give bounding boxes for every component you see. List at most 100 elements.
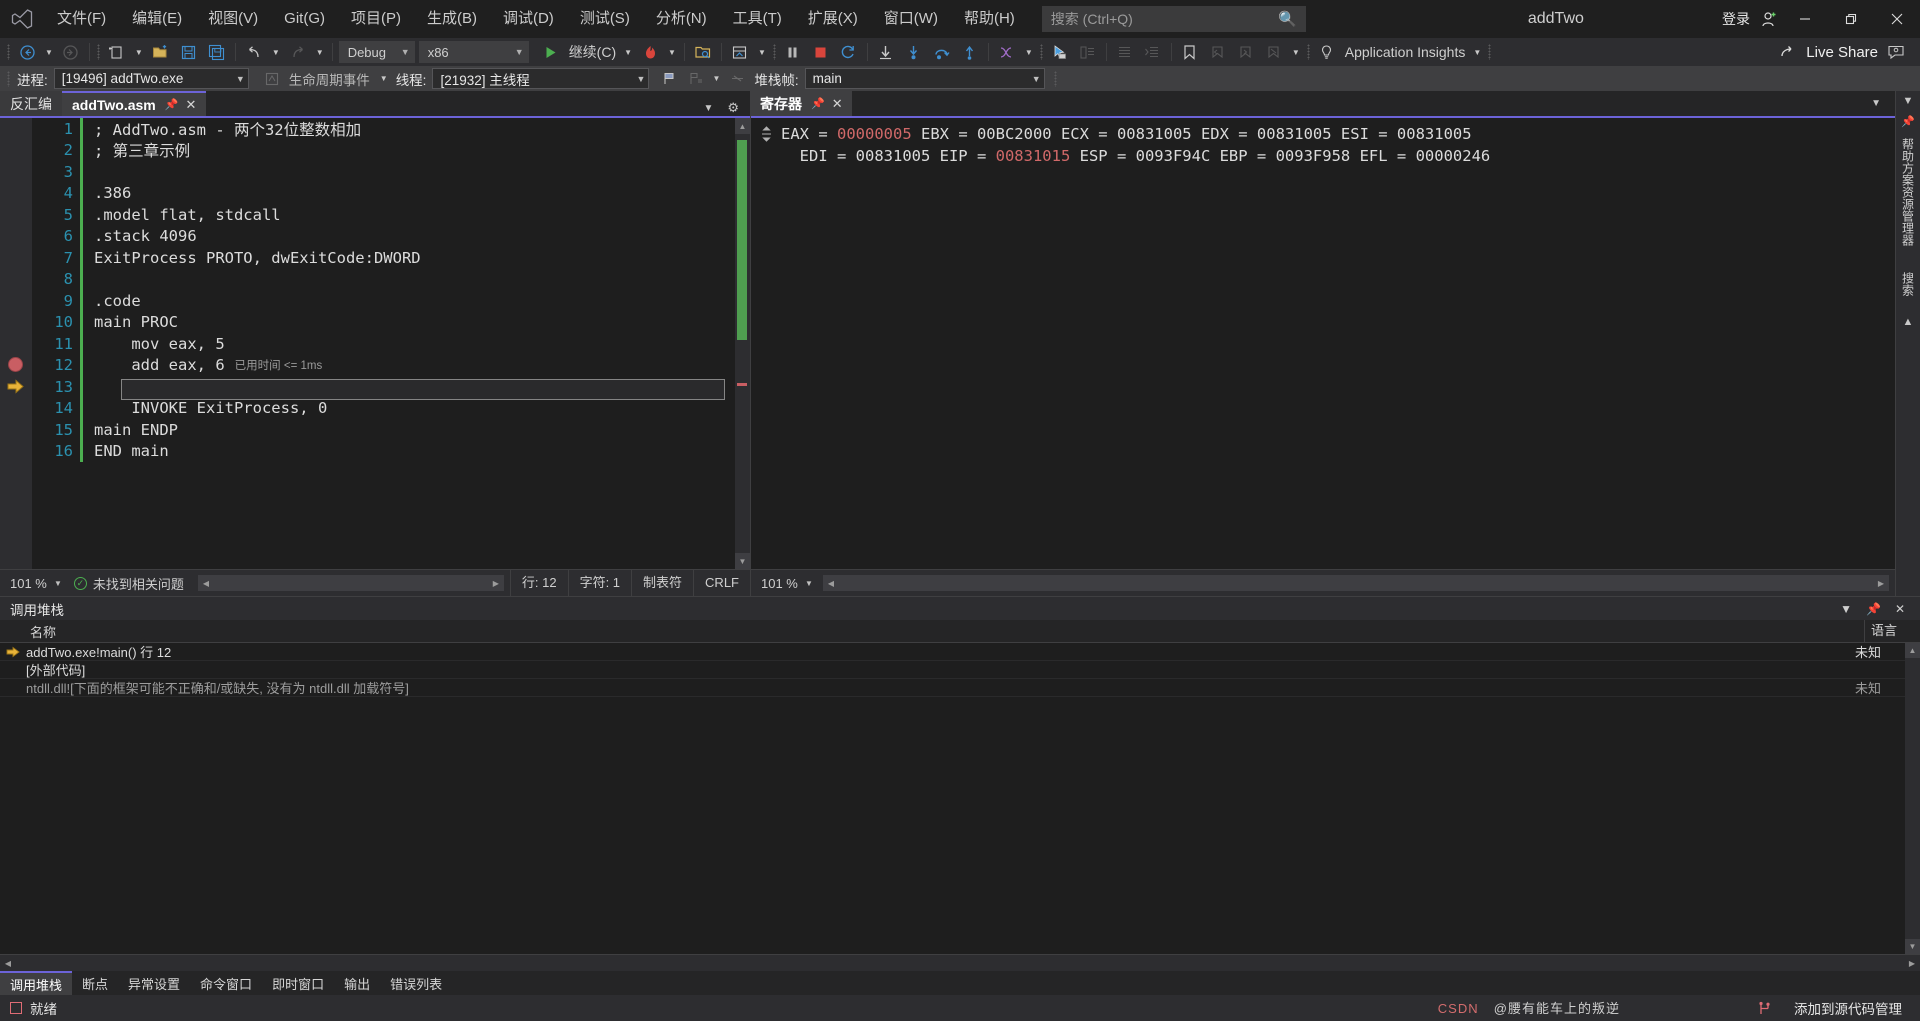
scroll-down-icon[interactable]: ▼ <box>735 553 750 569</box>
minimize-button[interactable] <box>1782 0 1828 38</box>
vertical-tab-search[interactable]: 搜索 <box>1900 266 1917 302</box>
menu-build[interactable]: 生成(B) <box>414 0 490 38</box>
restore-button[interactable] <box>1828 0 1874 38</box>
code-line[interactable]: 1 ; AddTwo.asm - 两个32位整数相加 <box>32 118 735 140</box>
search-input[interactable]: 搜索 (Ctrl+Q) 🔍 <box>1041 6 1306 32</box>
breakpoint-icon[interactable] <box>8 357 23 372</box>
process-combo[interactable]: [19496] addTwo.exe ▼ <box>53 68 249 89</box>
menu-debug[interactable]: 调试(D) <box>490 0 567 38</box>
menu-test[interactable]: 测试(S) <box>567 0 643 38</box>
restart-icon[interactable] <box>835 40 863 64</box>
close-icon[interactable]: ✕ <box>178 97 196 113</box>
undo-dropdown-icon[interactable]: ▼ <box>268 48 284 57</box>
code-line[interactable]: 7 ExitProcess PROTO, dwExitCode:DWORD <box>32 247 735 269</box>
solution-platform-combo[interactable]: x86 ▼ <box>418 41 529 63</box>
toolbar-grip[interactable] <box>1304 42 1313 62</box>
toolbar-grip[interactable] <box>94 42 103 62</box>
toolbar-grip[interactable] <box>4 42 13 62</box>
tab-disassembly[interactable]: 反汇编 <box>0 91 62 116</box>
add-user-icon[interactable] <box>1756 0 1782 38</box>
editor-horizontal-scrollbar[interactable]: ◀ ▶ <box>197 575 504 591</box>
live-share-button[interactable]: Live Share <box>1802 44 1882 61</box>
scroll-left-icon[interactable]: ◀ <box>198 575 214 591</box>
menu-extensions[interactable]: 扩展(X) <box>795 0 871 38</box>
dock-tab-exception-settings[interactable]: 异常设置 <box>118 971 190 995</box>
application-insights-dropdown-icon[interactable]: ▼ <box>1469 48 1485 57</box>
continue-dropdown-icon[interactable]: ▼ <box>620 48 636 57</box>
chevron-up-icon[interactable]: ▲ <box>1903 312 1914 332</box>
tab-registers[interactable]: 寄存器 📌 ✕ <box>751 91 852 116</box>
dock-tab-immediate-window[interactable]: 即时窗口 <box>262 971 334 995</box>
undo-icon[interactable] <box>240 40 268 64</box>
flag-icon[interactable] <box>656 68 682 89</box>
menu-tools[interactable]: 工具(T) <box>720 0 795 38</box>
code-line[interactable]: 8 <box>32 268 735 290</box>
step-out-icon[interactable] <box>956 40 984 64</box>
code-line[interactable]: 6 .stack 4096 <box>32 225 735 247</box>
source-control-icon[interactable] <box>1749 1001 1786 1016</box>
solution-configuration-combo[interactable]: Debug ▼ <box>338 41 415 63</box>
bookmark-icon[interactable] <box>1176 40 1204 64</box>
navigate-back-icon[interactable] <box>13 40 41 64</box>
column-name[interactable]: 名称 <box>0 622 1864 641</box>
menu-window[interactable]: 窗口(W) <box>871 0 951 38</box>
eol-indicator[interactable]: CRLF <box>693 570 750 596</box>
scroll-up-icon[interactable]: ▲ <box>1905 643 1920 658</box>
sign-in-button[interactable]: 登录 <box>1716 9 1756 29</box>
editor-zoom-combo[interactable]: 101 % ▼ <box>0 576 66 591</box>
registers-zoom-combo[interactable]: 101 % ▼ <box>751 576 817 591</box>
attach-process-icon[interactable] <box>689 40 717 64</box>
close-button[interactable] <box>1874 0 1920 38</box>
feedback-icon[interactable] <box>1882 40 1910 64</box>
save-icon[interactable] <box>175 40 203 64</box>
navigate-back-dropdown-icon[interactable]: ▼ <box>41 48 57 57</box>
play-icon[interactable] <box>537 40 565 64</box>
dock-tab-command-window[interactable]: 命令窗口 <box>190 971 262 995</box>
toolbar-grip[interactable] <box>1037 42 1046 62</box>
problems-indicator[interactable]: ✓ 未找到相关问题 <box>66 574 192 593</box>
menu-edit[interactable]: 编辑(E) <box>119 0 195 38</box>
tab-addtwo-asm[interactable]: addTwo.asm 📌 ✕ <box>62 91 207 116</box>
dock-tab-breakpoints[interactable]: 断点 <box>72 971 118 995</box>
lightbulb-icon[interactable] <box>1313 40 1341 64</box>
table-row[interactable]: [外部代码] <box>0 661 1905 679</box>
code-line[interactable]: 16 END main <box>32 440 735 462</box>
menu-view[interactable]: 视图(V) <box>195 0 271 38</box>
add-to-source-control-button[interactable]: 添加到源代码管理 <box>1786 998 1910 1018</box>
registers-horizontal-scrollbar[interactable]: ◀ ▶ <box>822 575 1889 591</box>
new-item-dropdown-icon[interactable]: ▼ <box>131 48 147 57</box>
toolbar-grip[interactable] <box>770 42 779 62</box>
stop-icon[interactable] <box>807 40 835 64</box>
pin-icon[interactable]: 📌 <box>1901 111 1915 132</box>
menu-git[interactable]: Git(G) <box>271 0 338 38</box>
gear-icon[interactable]: ⚙ <box>720 100 746 116</box>
open-file-icon[interactable] <box>147 40 175 64</box>
pause-icon[interactable] <box>779 40 807 64</box>
close-icon[interactable]: ✕ <box>825 96 843 112</box>
call-stack-rows[interactable]: addTwo.exe!main() 行 12 未知 [外部代码] ntdll.d… <box>0 643 1905 954</box>
table-row[interactable]: addTwo.exe!main() 行 12 未知 <box>0 643 1905 661</box>
application-insights-button[interactable]: Application Insights <box>1341 44 1470 60</box>
toolbar-grip[interactable] <box>1485 42 1494 62</box>
new-item-icon[interactable] <box>103 40 131 64</box>
live-share-icon[interactable] <box>1774 40 1802 64</box>
editor-vertical-scrollbar[interactable]: ▲ ▼ <box>735 118 750 569</box>
code-line[interactable]: 3 <box>32 161 735 183</box>
thread-combo[interactable]: [21932] 主线程 ▼ <box>432 68 650 89</box>
hot-reload-icon[interactable] <box>636 40 664 64</box>
break-all-icon[interactable] <box>726 40 754 64</box>
code-line-current[interactable]: 12 add eax, 6 已用时间 <= 1ms <box>32 354 735 376</box>
scroll-left-icon[interactable]: ◀ <box>823 575 839 591</box>
scrollbar-thumb[interactable] <box>737 140 747 340</box>
scroll-down-icon[interactable]: ▼ <box>1905 939 1920 954</box>
dock-tab-output[interactable]: 输出 <box>334 971 380 995</box>
scroll-up-icon[interactable]: ▲ <box>735 118 750 134</box>
menu-project[interactable]: 项目(P) <box>338 0 414 38</box>
step-over-icon[interactable] <box>928 40 956 64</box>
editor-glyph-margin[interactable] <box>0 118 32 569</box>
hscroll-thumb[interactable] <box>838 577 1873 589</box>
hot-reload-dropdown-icon[interactable]: ▼ <box>664 48 680 57</box>
pin-icon[interactable]: 📌 <box>1859 602 1888 616</box>
dock-tab-error-list[interactable]: 错误列表 <box>380 971 452 995</box>
editor-lines[interactable]: 1 ; AddTwo.asm - 两个32位整数相加 2 ; 第三章示例 3 4 .3… <box>32 118 735 569</box>
